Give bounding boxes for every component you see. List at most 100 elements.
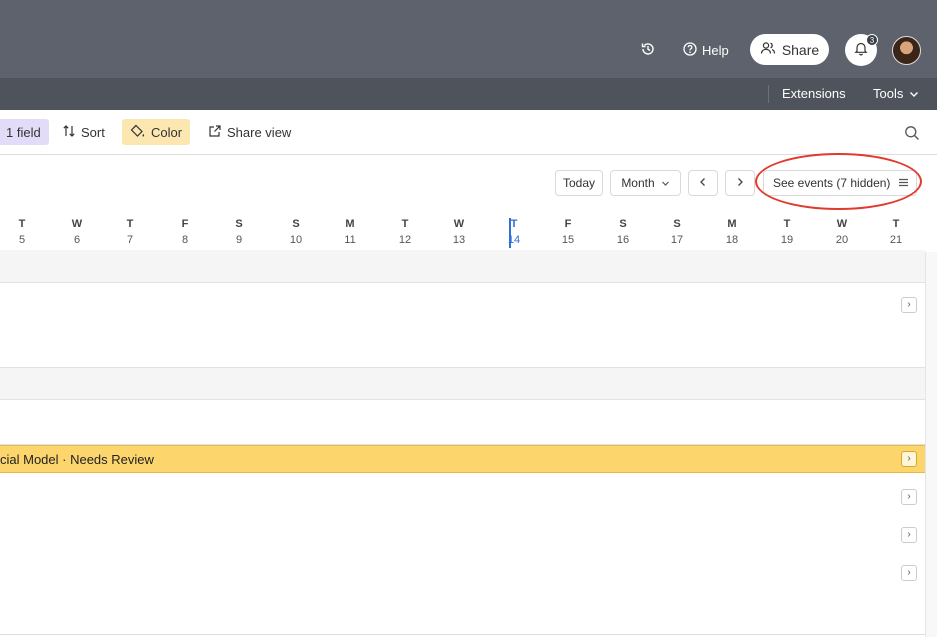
day-number: 13 xyxy=(452,234,466,246)
today-label: Today xyxy=(562,176,596,190)
day-column-header: W 13 xyxy=(444,218,474,246)
day-column-header: F8 xyxy=(170,218,200,246)
chevron-left-icon xyxy=(699,176,707,190)
paint-bucket-icon xyxy=(130,124,146,141)
weekday-letter: S xyxy=(235,218,243,230)
weekday-letter: T xyxy=(126,218,134,230)
day-number: 20 xyxy=(835,234,849,246)
help-circle-icon xyxy=(683,41,697,59)
day-number: 21 xyxy=(889,234,903,246)
event-title: cial Model · Needs Review xyxy=(0,452,154,467)
expand-row-chevron-icon[interactable]: › xyxy=(901,527,917,543)
weekday-letter: F xyxy=(564,218,572,230)
color-button[interactable]: Color xyxy=(122,119,191,145)
grid-bottom-border xyxy=(0,634,925,635)
day-column-header: M 11 xyxy=(335,218,365,246)
expand-row-chevron-icon[interactable]: › xyxy=(901,489,917,505)
expand-event-chevron-icon[interactable]: › xyxy=(901,451,917,467)
highlight-annotation xyxy=(755,153,922,210)
day-number: 12 xyxy=(398,234,412,246)
day-column-header: M 18 xyxy=(717,218,747,246)
day-column-header: S 17 xyxy=(662,218,692,246)
day-number: 11 xyxy=(344,234,356,246)
weekday-letter: S xyxy=(619,218,627,230)
sort-icon xyxy=(62,124,76,141)
day-number: 17 xyxy=(670,234,684,246)
group-header-row xyxy=(0,250,925,283)
today-marker xyxy=(509,218,511,248)
weekday-letter: T xyxy=(18,218,26,230)
share-label: Share xyxy=(781,41,820,58)
view-mode-select[interactable]: Month xyxy=(610,170,681,196)
weekday-letter: W xyxy=(836,218,848,230)
share-button[interactable]: Share xyxy=(750,34,829,65)
sort-button[interactable]: Sort xyxy=(54,119,113,145)
day-number: 15 xyxy=(561,234,575,246)
chevron-down-icon xyxy=(661,176,670,190)
chevron-right-icon xyxy=(736,176,744,190)
weekday-letter: S xyxy=(673,218,681,230)
day-column-header: T 21 xyxy=(881,218,911,246)
day-number: 16 xyxy=(616,234,630,246)
vertical-scrollbar[interactable] xyxy=(925,252,937,637)
help-label: Help xyxy=(702,42,729,58)
day-number: 8 xyxy=(181,234,189,246)
day-number: 10 xyxy=(289,234,303,246)
weekday-letter: M xyxy=(345,218,355,230)
tools-button[interactable]: Tools xyxy=(873,78,919,110)
day-number: 9 xyxy=(235,234,243,246)
weekday-letter: S xyxy=(292,218,300,230)
user-avatar[interactable] xyxy=(892,36,921,65)
day-column-header: S 16 xyxy=(608,218,638,246)
calendar-event-bar[interactable]: cial Model · Needs Review xyxy=(0,445,925,473)
expand-row-chevron-icon[interactable]: › xyxy=(901,565,917,581)
hide-fields-button[interactable]: 1 field xyxy=(0,119,49,145)
day-column-header: S9 xyxy=(224,218,254,246)
record-row[interactable] xyxy=(0,283,925,368)
day-column-header: T 12 xyxy=(390,218,420,246)
hide-fields-label: 1 field xyxy=(6,124,41,140)
expand-row-chevron-icon[interactable]: › xyxy=(901,297,917,313)
day-number: 14 xyxy=(507,234,521,246)
day-column-header: T 19 xyxy=(772,218,802,246)
weekday-letter: T xyxy=(401,218,409,230)
day-number: 7 xyxy=(126,234,134,246)
history-icon[interactable] xyxy=(640,41,656,62)
group-header-row xyxy=(0,368,925,400)
today-button[interactable]: Today xyxy=(555,170,603,196)
day-column-header: W6 xyxy=(62,218,92,246)
weekday-letter: M xyxy=(727,218,737,230)
day-number: 18 xyxy=(725,234,739,246)
sort-label: Sort xyxy=(81,124,105,140)
extensions-button[interactable]: Extensions xyxy=(782,78,846,110)
help-button[interactable]: Help xyxy=(683,39,729,61)
day-number: 19 xyxy=(780,234,794,246)
weekday-letter: T xyxy=(510,218,518,230)
next-button[interactable] xyxy=(725,170,755,196)
color-label: Color xyxy=(151,124,183,140)
weekday-letter: W xyxy=(453,218,465,230)
view-mode-label: Month xyxy=(621,176,655,190)
day-number: 6 xyxy=(73,234,81,246)
day-column-header: F 15 xyxy=(553,218,583,246)
tools-label: Tools xyxy=(873,86,904,101)
share-view-button[interactable]: Share view xyxy=(200,119,299,145)
day-column-header: W 20 xyxy=(827,218,857,246)
day-column-header: T 14 xyxy=(499,218,529,246)
share-view-label: Share view xyxy=(227,124,292,140)
weekday-letter: T xyxy=(783,218,791,230)
users-icon xyxy=(760,41,776,58)
search-icon[interactable] xyxy=(904,125,920,146)
day-column-header: T7 xyxy=(115,218,145,246)
weekday-letter: W xyxy=(71,218,83,230)
record-row[interactable] xyxy=(0,400,925,445)
header-divider xyxy=(768,85,769,103)
external-link-icon xyxy=(208,124,222,141)
chevron-down-icon xyxy=(909,78,919,110)
day-column-header: T5 xyxy=(7,218,37,246)
notification-count-badge: 3 xyxy=(866,34,878,46)
view-toolbar: 1 field Sort Color Share view xyxy=(0,110,937,155)
weekday-letter: T xyxy=(892,218,900,230)
day-column-header: S 10 xyxy=(281,218,311,246)
previous-button[interactable] xyxy=(688,170,718,196)
